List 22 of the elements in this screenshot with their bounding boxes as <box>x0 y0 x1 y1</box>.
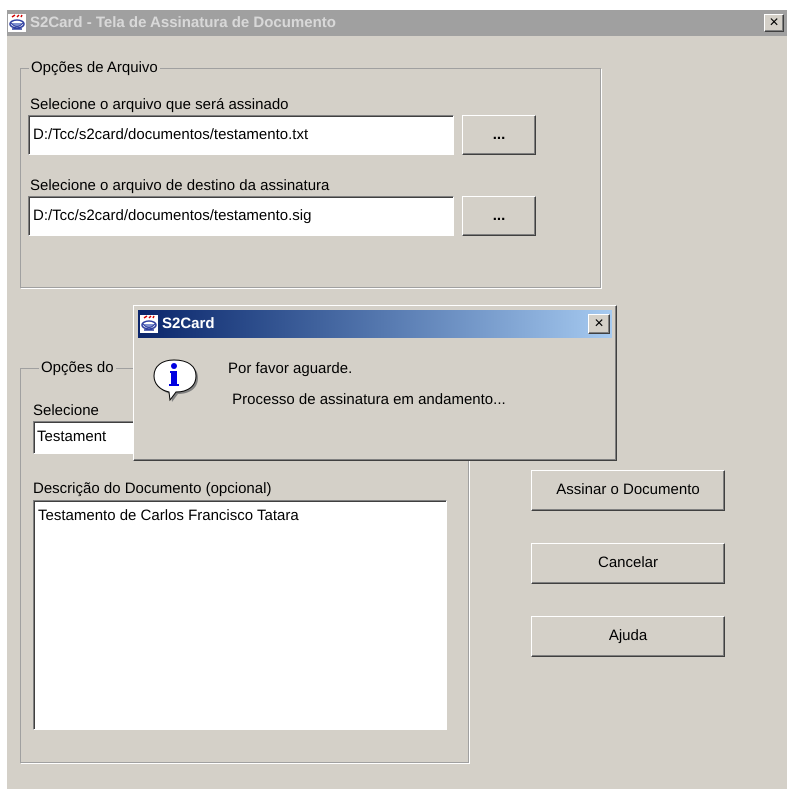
action-button[interactable]: Cancelar <box>531 543 725 584</box>
description-textarea[interactable]: Testamento de Carlos Francisco Tatara <box>33 500 447 730</box>
group-legend: Opções do <box>39 359 116 377</box>
file-path-field[interactable]: D:/Tcc/s2card/documentos/testamento.txt <box>28 115 454 155</box>
close-button[interactable]: × <box>588 314 610 334</box>
action-button[interactable]: Assinar o Documento <box>531 470 725 511</box>
dialog-title: S2Card <box>162 314 215 334</box>
app-icon <box>8 14 26 32</box>
close-button[interactable]: × <box>764 14 784 32</box>
dialog-message: Por favor aguarde. <box>228 360 354 378</box>
file-path-field[interactable]: D:/Tcc/s2card/documentos/testamento.sig <box>28 196 454 236</box>
field-label: Selecione <box>33 402 100 420</box>
window-title: S2Card - Tela de Assinatura de Documento <box>30 12 336 33</box>
app-icon <box>140 315 158 333</box>
field-label: Selecione o arquivo de destino da assinatura <box>29 177 330 195</box>
field-label: Selecione o arquivo que será assinado <box>29 96 290 114</box>
group-legend: Opções de Arquivo <box>29 59 160 77</box>
field-label: Descrição do Documento (opcional) <box>33 480 272 498</box>
dialog-message: Processo de assinatura em andamento... <box>231 391 506 409</box>
action-button[interactable]: Ajuda <box>531 616 725 657</box>
browse-button[interactable]: ... <box>462 115 536 155</box>
browse-button[interactable]: ... <box>462 196 536 236</box>
